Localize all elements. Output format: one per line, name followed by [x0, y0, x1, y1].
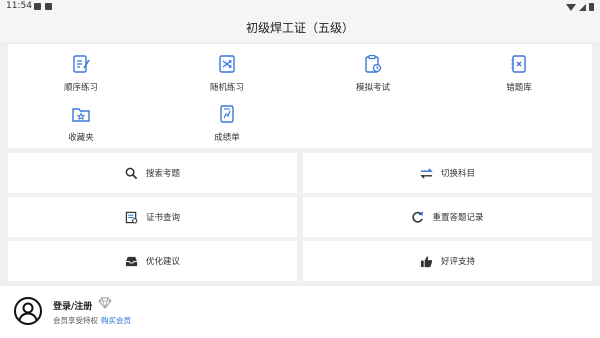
signal-icon	[579, 3, 586, 11]
wifi-icon	[566, 3, 576, 11]
grid-label: 错题库	[506, 83, 532, 93]
grid-item-sequential-practice[interactable]: 顺序练习	[8, 46, 154, 94]
member-privilege-text: 会员享受特权	[53, 316, 98, 325]
thumbs-up-icon	[420, 255, 433, 267]
certificate-icon	[125, 211, 138, 223]
reset-records-button[interactable]: 重置答题记录	[303, 197, 592, 237]
avatar[interactable]	[14, 297, 42, 325]
certificate-query-button[interactable]: 证书查询	[8, 197, 297, 237]
grid-label: 随机练习	[209, 83, 244, 93]
page-title: 初级焊工证（五级）	[245, 21, 354, 35]
transcript-icon	[220, 105, 234, 123]
feature-grid: 顺序练习 随机练习 模拟考试 错题库 收藏夹 成绩单	[8, 44, 592, 148]
grid-item-mock-exam[interactable]: 模拟考试	[300, 46, 446, 94]
rate-support-label: 好评支持	[440, 257, 475, 267]
search-questions-button[interactable]: 搜索考题	[8, 153, 297, 193]
feedback-button[interactable]: 优化建议	[8, 241, 297, 281]
mock-exam-icon	[365, 54, 382, 73]
grid-item-random-practice[interactable]: 随机练习	[154, 46, 300, 94]
buy-membership-link[interactable]: 购买会员	[101, 315, 131, 326]
switch-subject-label: 切换科目	[440, 169, 475, 179]
reset-records-label: 重置答题记录	[432, 213, 484, 223]
grid-label: 顺序练习	[63, 83, 98, 93]
shuffle-icon	[219, 55, 235, 73]
sequential-practice-icon	[73, 55, 90, 73]
grid-item-wrong-questions[interactable]: 错题库	[446, 46, 592, 94]
switch-subject-button[interactable]: 切换科目	[303, 153, 592, 193]
image-notification-icon	[34, 3, 41, 10]
status-time: 11:54	[6, 1, 32, 11]
login-register-link[interactable]: 登录/注册	[53, 299, 92, 312]
grid-item-favorites[interactable]: 收藏夹	[8, 96, 154, 144]
app-notification-icon	[45, 3, 52, 10]
inbox-icon	[125, 256, 138, 266]
search-icon	[125, 167, 138, 179]
certificate-query-label: 证书查询	[145, 213, 180, 223]
favorites-folder-icon	[72, 108, 90, 122]
wrong-questions-icon	[511, 55, 526, 73]
swap-arrows-icon	[420, 167, 433, 179]
rate-support-button[interactable]: 好评支持	[303, 241, 592, 281]
grid-item-transcript[interactable]: 成绩单	[154, 96, 300, 144]
feedback-label: 优化建议	[145, 257, 180, 267]
status-system-icons	[566, 3, 594, 11]
status-bar: 11:54	[0, 0, 600, 14]
diamond-icon	[98, 297, 112, 309]
search-questions-label: 搜索考题	[145, 169, 180, 179]
app-header: 初级焊工证（五级）	[0, 14, 600, 42]
grid-label: 模拟考试	[355, 83, 390, 93]
user-bar[interactable]: 登录/注册 会员享受特权 购买会员	[0, 286, 600, 338]
grid-label: 收藏夹	[68, 133, 94, 143]
status-notification-icons	[34, 3, 52, 10]
grid-label: 成绩单	[214, 133, 240, 143]
battery-icon	[589, 3, 594, 11]
refresh-icon	[412, 211, 424, 223]
